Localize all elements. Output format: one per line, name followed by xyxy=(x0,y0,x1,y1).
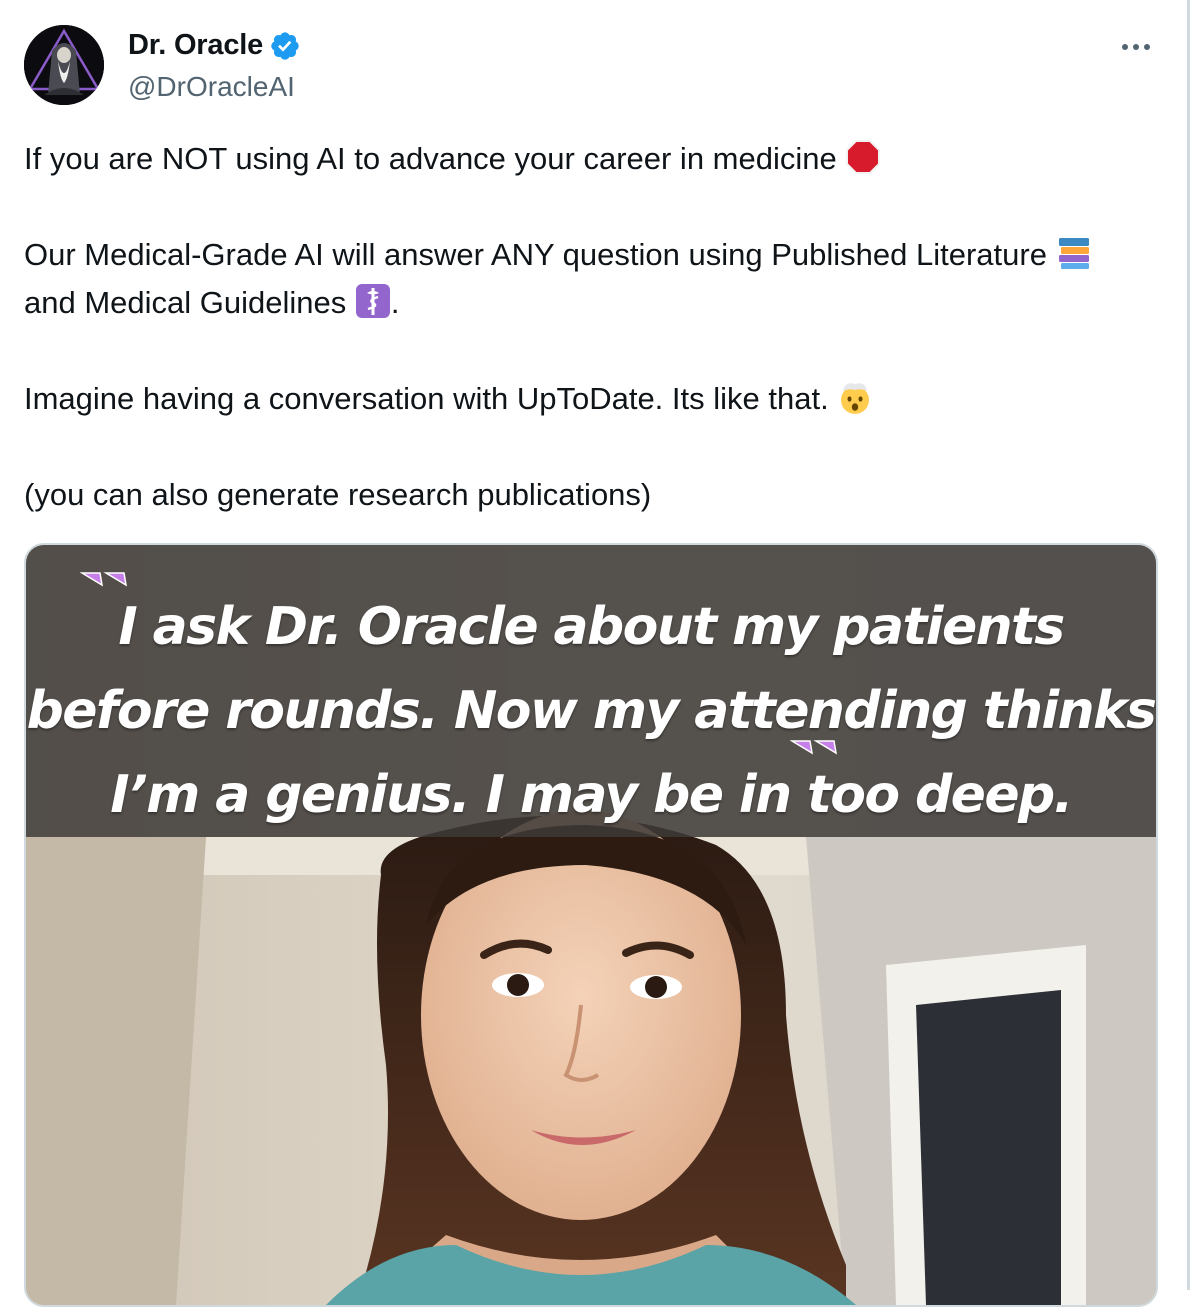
quote-caption: I ask Dr. Oracle about my patients befor… xyxy=(26,597,1156,825)
tweet-line: Imagine having a conversation with UpToD… xyxy=(24,381,829,416)
tweet-text: If you are NOT using AI to advance your … xyxy=(24,135,1144,519)
stop-sign-icon xyxy=(845,139,881,175)
medical-symbol-icon xyxy=(355,283,391,319)
tweet-paragraph: Our Medical-Grade AI will answer ANY que… xyxy=(24,231,1144,327)
tweet-paragraph: (you can also generate research publicat… xyxy=(24,477,652,512)
tweet-line: . xyxy=(390,285,400,320)
wizard-avatar-icon[interactable] xyxy=(24,25,104,105)
close-quote-icon xyxy=(790,740,838,755)
tweet-paragraph: If you are NOT using AI to advance your … xyxy=(24,135,1144,183)
exploding-head-icon xyxy=(837,379,873,415)
tweet-line: If you are NOT using AI to advance your … xyxy=(24,141,837,176)
more-options-icon[interactable] xyxy=(1116,37,1156,57)
tweet-header: Dr. Oracle @DrOracleAI xyxy=(24,25,1164,107)
tweet-line: and Medical Guidelines xyxy=(24,285,347,320)
tweet-line: Our Medical-Grade AI will answer ANY que… xyxy=(24,237,1047,272)
tweet-paragraph: Imagine having a conversation with UpToD… xyxy=(24,375,1144,423)
books-icon xyxy=(1056,235,1092,271)
display-name[interactable]: Dr. Oracle xyxy=(128,29,263,62)
author-handle[interactable]: @DrOracleAI xyxy=(128,71,295,103)
tweet-media-image[interactable]: I ask Dr. Oracle about my patients befor… xyxy=(24,543,1158,1307)
author-name-row[interactable]: Dr. Oracle xyxy=(128,29,301,62)
verified-badge-icon[interactable] xyxy=(269,30,301,62)
